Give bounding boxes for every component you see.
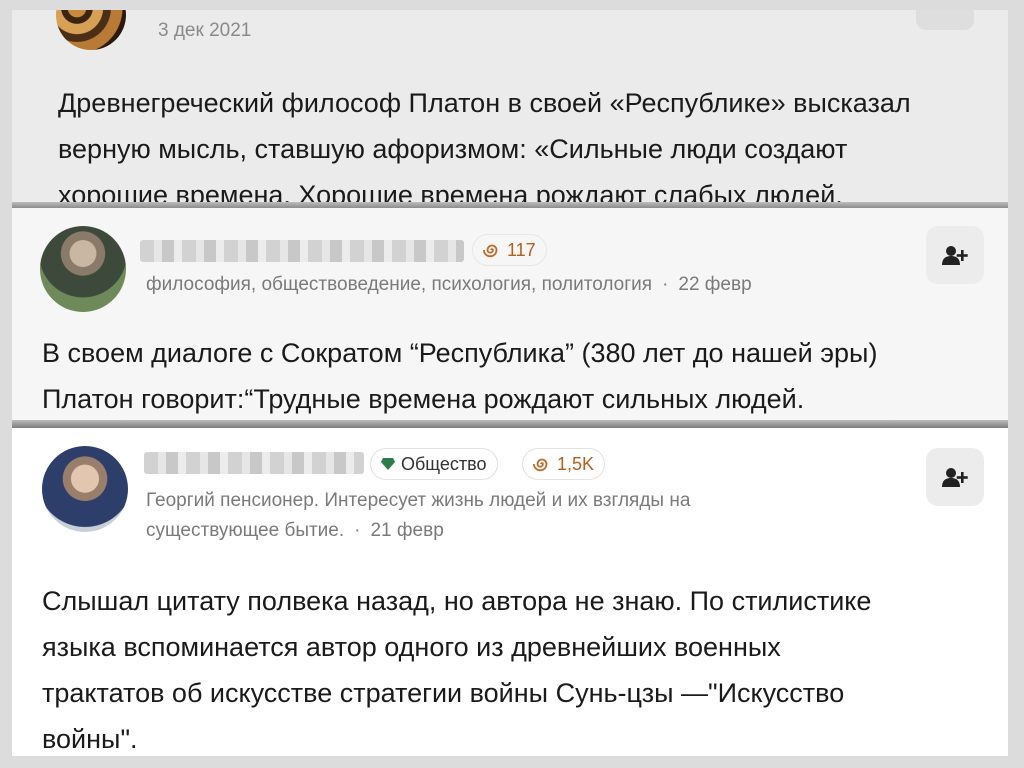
feed: 3 дек 2021 Древнегреческий философ Плато… — [12, 10, 1008, 756]
avatar[interactable] — [56, 10, 126, 50]
topic-label: Общество — [401, 453, 487, 474]
answer-card-3: Общество 1,5K Георгий пенсионер. Интерес… — [12, 428, 1008, 756]
answer-line: трактатов об искусстве стратегии войны С… — [42, 678, 845, 708]
meta-separator: · — [354, 520, 361, 541]
follow-button[interactable] — [926, 448, 984, 506]
author-bio-end: существующее бытие. — [146, 520, 345, 541]
post-date: 21 февр — [370, 520, 444, 541]
score-badge: 1,5K — [522, 448, 606, 480]
meta-separator: · — [662, 274, 669, 295]
answer-text: В своем диалоге с Сократом “Республика” … — [42, 330, 992, 422]
answer-line: языка вспоминается автор одного из древн… — [42, 632, 781, 662]
answer-line: Платон говорит:“Трудные времена рождают … — [42, 384, 805, 414]
post-date: 22 февр — [678, 274, 752, 295]
answer-line: Древнегреческий философ Платон в своей «… — [58, 88, 911, 118]
menu-button[interactable] — [916, 10, 974, 30]
score-value: 1,5K — [557, 453, 595, 474]
answer-line: хорошие времена. Хорошие времена рождают… — [58, 180, 843, 206]
avatar[interactable] — [40, 226, 126, 312]
topic-badge[interactable]: Общество — [370, 448, 498, 480]
spiral-icon — [483, 244, 498, 258]
answer-line: верную мысль, ставшую афоризмом: «Сильны… — [58, 134, 848, 164]
score-badge: 117 — [472, 234, 547, 266]
author-interests: философия, обществоведение, психология, … — [146, 274, 653, 295]
answer-card-1: 3 дек 2021 Древнегреческий философ Плато… — [12, 10, 1008, 206]
author-name-blurred[interactable] — [144, 452, 364, 474]
answer-line: Слышал цитату полвека назад, но автора н… — [42, 586, 872, 616]
person-add-icon — [942, 468, 968, 487]
author-bio-line: Георгий пенсионер. Интересует жизнь люде… — [146, 490, 691, 511]
avatar[interactable] — [42, 446, 128, 532]
answer-line: В своем диалоге с Сократом “Республика” … — [42, 338, 878, 368]
person-add-icon — [942, 246, 968, 265]
author-meta: философия, обществоведение, психология, … — [146, 270, 752, 300]
answer-text: Слышал цитату полвека назад, но автора н… — [42, 578, 992, 756]
follow-button[interactable] — [926, 226, 984, 284]
author-name-blurred[interactable] — [140, 240, 464, 262]
gem-icon — [381, 458, 395, 470]
spiral-icon — [533, 458, 548, 472]
answer-line: войны". — [42, 724, 138, 754]
answer-card-2: 117 философия, обществоведение, психолог… — [12, 208, 1008, 424]
author-bio-line-2: существующее бытие. · 21 февр — [146, 516, 846, 546]
post-date: 3 дек 2021 — [158, 20, 252, 41]
score-value: 117 — [507, 239, 536, 260]
author-meta: Георгий пенсионер. Интересует жизнь люде… — [146, 486, 846, 546]
answer-text: Древнегреческий философ Платон в своей «… — [58, 80, 988, 206]
